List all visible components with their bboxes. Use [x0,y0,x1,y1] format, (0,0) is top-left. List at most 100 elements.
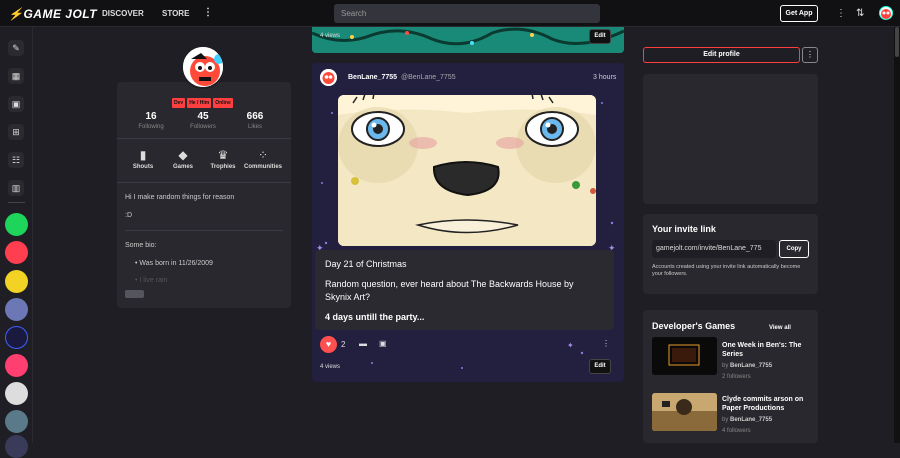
games-title: Developer's Games [652,321,736,331]
feed-column-bg [312,383,624,443]
post-author-handle[interactable]: @BenLane_7755 [401,74,456,81]
tab-trophies-label: Trophies [210,164,236,170]
store-icon[interactable]: ▦ [8,68,24,84]
profile-more-button[interactable]: ⋮ [802,47,818,63]
bio-item-text: I live rain [139,277,168,284]
game-followers: 4 followers [722,428,751,434]
previous-post [312,27,624,53]
community-avatar[interactable] [5,326,28,349]
bio-item-faded: • I live rain [135,277,168,284]
profile-divider [117,138,291,139]
profile-divider [117,182,291,183]
community-avatar[interactable] [5,241,28,264]
rail-divider [8,202,25,203]
search-input[interactable]: Search [334,4,600,23]
pronoun-badge: He / Him [187,98,212,108]
followers-count: 45 [197,111,209,122]
likes-label: Likes [247,124,262,130]
following-stat[interactable]: 16 Following [126,111,176,130]
tab-shouts-label: Shouts [132,164,154,170]
game-author[interactable]: by BenLane_7755 [722,363,772,369]
community-avatar[interactable] [5,435,28,458]
game-thumbnail[interactable] [652,337,717,375]
likes-count: 666 [246,111,264,122]
invite-note: Accounts created using your invite link … [652,264,801,278]
community-avatar[interactable] [5,298,28,321]
more-vertical-icon[interactable]: ⋮ [836,8,846,19]
profile-badges: Dev He / Him Online [172,98,233,108]
game-thumbnail[interactable] [652,393,717,431]
following-count: 16 [145,111,157,122]
game-author-name: BenLane_7755 [730,417,773,423]
community-avatar[interactable] [5,213,28,236]
bio-line: Hi I make random things for reason [125,194,235,201]
edit-post-button[interactable]: Edit [589,29,611,44]
post-line: Random question, ever heard about The Ba… [325,279,574,289]
previous-post-views: 4 views [320,33,341,39]
community-avatar[interactable] [5,382,28,405]
tab-trophies[interactable]: ♛ Trophies [203,148,243,170]
post-line: Skynix Art? [325,292,371,302]
sticker-icon[interactable]: ▣ [379,339,387,348]
tab-games[interactable]: ◆ Games [163,148,203,170]
user-avatar[interactable] [879,6,893,20]
tab-communities-label: Communities [243,164,282,170]
community-avatar[interactable] [5,354,28,377]
backpack-icon[interactable]: ▣ [8,96,24,112]
trophy-icon: ♛ [217,148,229,162]
like-heart-icon[interactable]: ♥ [320,336,337,353]
barcode-icon[interactable]: ▥ [8,180,24,196]
likes-stat: 666 Likes [230,111,280,130]
shopping-cart-icon[interactable]: ⊞ [8,124,24,140]
bio-divider [125,230,283,231]
comment-icon[interactable]: ▬ [359,339,367,348]
bio-item: • Was born in 11/26/2009 [135,260,213,267]
followers-stat[interactable]: 45 Followers [178,111,228,130]
followers-label: Followers [190,124,216,130]
invite-link-field[interactable]: gamejolt.com/invite/BenLane_775 [652,240,776,258]
game-title-line: Paper Productions [722,405,785,413]
game-title[interactable]: One Week in Ben's: The Series [722,341,817,360]
shouts-icon[interactable]: ✎ [8,40,24,56]
bio-item-text: Was born in 11/26/2009 [139,260,213,267]
gamepad-icon: ◆ [178,148,188,162]
edit-post-button[interactable]: Edit [589,359,611,374]
page-scrollbar[interactable] [894,27,900,443]
invite-title: Your invite link [652,224,716,234]
post-line: 4 days untill the party... [325,312,425,322]
copy-button[interactable]: Copy [779,240,809,258]
post-more-icon[interactable]: ⋮ [602,339,610,348]
store-link[interactable]: STORE [162,9,189,18]
post-line: Day 21 of Christmas [325,259,407,269]
game-jolt-logo[interactable]: ⚡GAME JOLT [8,7,97,21]
edit-profile-button[interactable]: Edit profile [643,47,800,63]
view-all-link[interactable]: View all [769,325,791,331]
more-menu-icon[interactable]: ⋮ [203,7,213,18]
game-title[interactable]: Clyde commits arson on Paper Productions [722,395,817,414]
post-views: 4 views [320,364,341,370]
scrollbar-thumb[interactable] [895,27,899,57]
dev-badge: Dev [172,98,186,108]
get-app-button[interactable]: Get App [780,5,818,22]
game-title-line: One Week in Ben's: The [722,342,802,349]
tab-shouts[interactable]: ▮ Shouts [123,148,163,170]
expand-bio-button[interactable] [125,290,144,298]
tab-games-label: Games [172,164,193,170]
tab-communities[interactable]: ⁘ Communities [243,148,283,170]
post-timestamp[interactable]: 3 hours [593,74,616,81]
community-avatar[interactable] [5,410,28,433]
community-avatar[interactable] [5,270,28,293]
game-author[interactable]: by BenLane_7755 [722,417,772,423]
news-icon[interactable]: ☷ [8,152,24,168]
like-count[interactable]: 2 [341,340,345,349]
post-author-name[interactable]: BenLane_7755 [348,74,397,81]
post-image[interactable] [338,95,596,246]
post-author-avatar[interactable] [320,69,337,86]
bio-line: :D [125,212,132,219]
speech-bubble-icon: ▮ [139,148,147,162]
following-label: Following [138,124,164,130]
online-badge: Online [213,98,233,108]
friends-icon[interactable]: ⇅ [856,8,864,19]
profile-avatar[interactable] [181,45,225,89]
discover-link[interactable]: DISCOVER [102,9,144,18]
